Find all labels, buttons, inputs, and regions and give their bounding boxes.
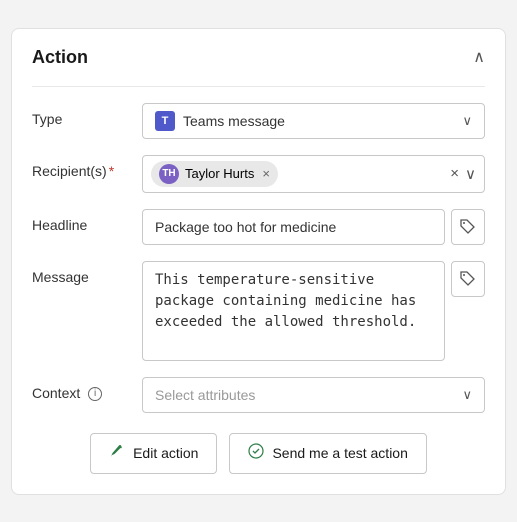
type-value: Teams message [183, 113, 285, 129]
type-chevron-icon: ∨ [462, 113, 472, 129]
teams-icon: T [155, 111, 175, 131]
recipient-avatar: TH [159, 164, 179, 184]
message-control: This temperature-sensitive package conta… [142, 261, 485, 361]
recipients-label: Recipient(s)* [32, 155, 142, 179]
edit-action-icon [109, 443, 125, 464]
context-chevron-icon: ∨ [462, 387, 472, 403]
message-edit-icon-btn[interactable] [451, 261, 485, 297]
send-test-icon [248, 443, 264, 464]
recipients-row: Recipient(s)* TH Taylor Hurts × × ∨ [32, 155, 485, 193]
recipient-name: Taylor Hurts [185, 166, 254, 181]
recipient-chevron-icon[interactable]: ∨ [465, 165, 476, 183]
type-control: T Teams message ∨ [142, 103, 485, 139]
recipient-remove-icon[interactable]: × [262, 166, 270, 181]
action-panel: Action ∧ Type T Teams message ∨ Recipien… [11, 28, 506, 495]
send-test-label: Send me a test action [272, 445, 407, 461]
message-label: Message [32, 261, 142, 285]
tag-icon [460, 219, 476, 235]
footer-buttons: Edit action Send me a test action [32, 433, 485, 474]
type-select[interactable]: T Teams message ∨ [142, 103, 485, 139]
context-info-icon[interactable]: i [88, 387, 102, 401]
panel-header: Action ∧ [32, 47, 485, 68]
context-placeholder: Select attributes [155, 387, 255, 403]
context-select[interactable]: Select attributes ∨ [142, 377, 485, 413]
required-star: * [109, 163, 114, 179]
context-control: Select attributes ∨ [142, 377, 485, 413]
context-label: Context i [32, 377, 142, 401]
headline-input[interactable] [142, 209, 445, 245]
recipient-clear-icon[interactable]: × [450, 165, 459, 182]
headline-row: Headline [32, 209, 485, 245]
message-textarea[interactable]: This temperature-sensitive package conta… [142, 261, 445, 361]
send-test-button[interactable]: Send me a test action [229, 433, 426, 474]
headline-label: Headline [32, 209, 142, 233]
edit-action-label: Edit action [133, 445, 198, 461]
context-row: Context i Select attributes ∨ [32, 377, 485, 413]
type-label: Type [32, 103, 142, 127]
type-row: Type T Teams message ∨ [32, 103, 485, 139]
recipient-tag: TH Taylor Hurts × [151, 161, 278, 187]
collapse-icon[interactable]: ∧ [473, 47, 485, 67]
panel-title: Action [32, 47, 88, 68]
recipient-actions: × ∨ [450, 165, 476, 183]
message-row: Message This temperature-sensitive packa… [32, 261, 485, 361]
headline-edit-icon-btn[interactable] [451, 209, 485, 245]
type-select-inner: T Teams message [155, 111, 285, 131]
recipient-box[interactable]: TH Taylor Hurts × × ∨ [142, 155, 485, 193]
message-tag-icon [460, 271, 476, 287]
edit-action-button[interactable]: Edit action [90, 433, 217, 474]
header-divider [32, 86, 485, 87]
recipients-control: TH Taylor Hurts × × ∨ [142, 155, 485, 193]
headline-control [142, 209, 485, 245]
